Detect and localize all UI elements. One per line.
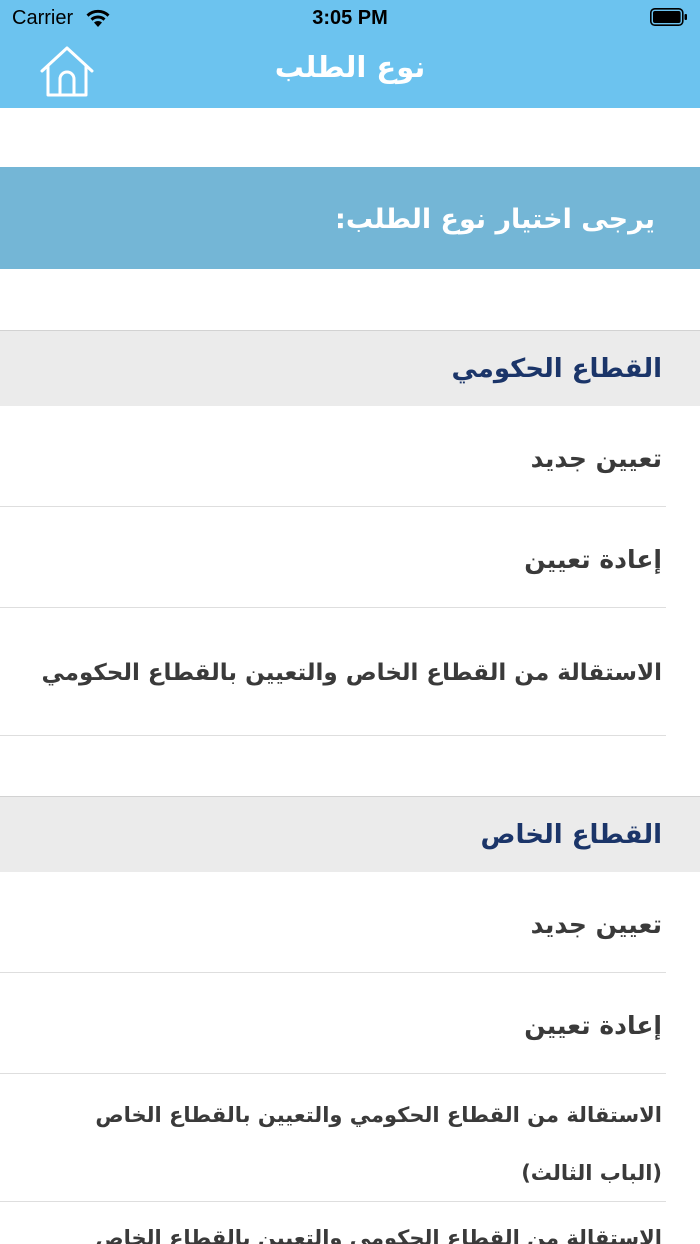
section-title: القطاع الخاص — [480, 820, 662, 850]
list-item-label: الاستقالة من القطاع الخاص والتعيين بالقط… — [41, 660, 662, 686]
list-item[interactable]: إعادة تعيين — [0, 507, 666, 608]
list-item[interactable]: الاستقالة من القطاع الحكومي والتعيين بال… — [0, 1202, 666, 1244]
list-item[interactable]: تعيين جديد — [0, 406, 666, 507]
section-title: القطاع الحكومي — [451, 354, 662, 384]
section-header-government: القطاع الحكومي — [0, 330, 700, 406]
instruction-text: يرجى اختيار نوع الطلب: — [335, 204, 655, 235]
list-item[interactable]: إعادة تعيين — [0, 973, 666, 1074]
section-header-private: القطاع الخاص — [0, 796, 700, 872]
list-item-label: تعيين جديد — [530, 910, 662, 939]
home-icon[interactable] — [38, 44, 96, 98]
list-item[interactable]: الاستقالة من القطاع الحكومي والتعيين بال… — [0, 1074, 666, 1202]
battery-icon — [650, 8, 687, 26]
status-bar: Carrier 3:05 PM — [0, 0, 700, 36]
clock: 3:05 PM — [312, 7, 388, 29]
list-item-label: تعيين جديد — [530, 444, 662, 473]
navigation-bar: Carrier 3:05 PM نوع الطلب — [0, 0, 700, 108]
list-item-label: إعادة تعيين — [524, 545, 662, 574]
list-item-label: الاستقالة من القطاع الحكومي والتعيين بال… — [95, 1103, 662, 1185]
page-title: نوع الطلب — [274, 50, 426, 84]
instruction-banner: يرجى اختيار نوع الطلب: — [0, 167, 700, 269]
list-item[interactable]: تعيين جديد — [0, 872, 666, 973]
list-item-label: الاستقالة من القطاع الحكومي والتعيين بال… — [95, 1226, 662, 1244]
list-item-label: إعادة تعيين — [524, 1011, 662, 1040]
list-item[interactable]: الاستقالة من القطاع الخاص والتعيين بالقط… — [0, 608, 666, 736]
